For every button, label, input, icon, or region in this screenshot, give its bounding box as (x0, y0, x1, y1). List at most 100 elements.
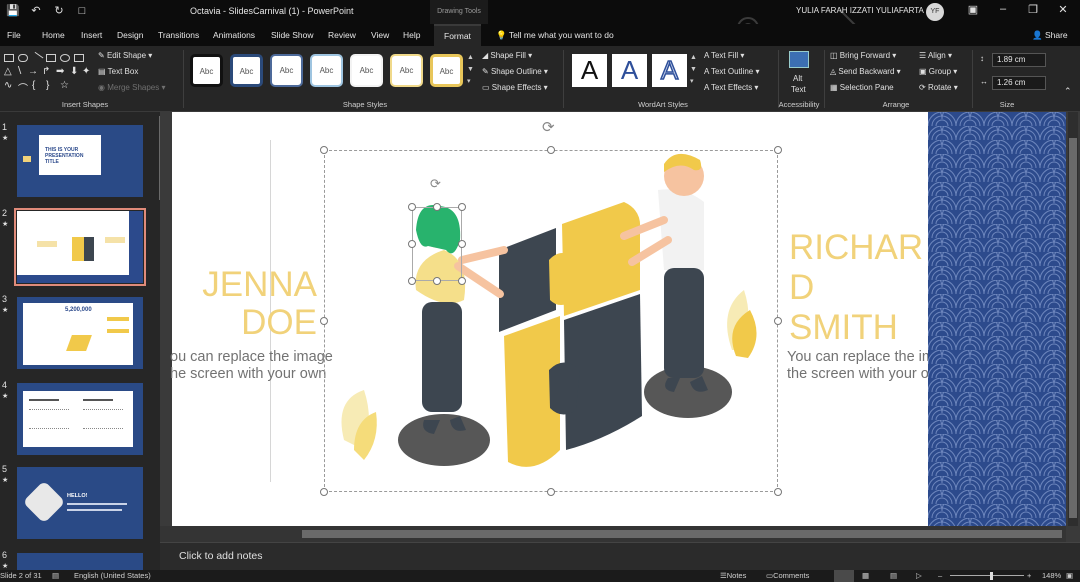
undo-icon[interactable]: ↶ (29, 4, 43, 18)
tab-home[interactable]: Home (42, 24, 65, 46)
shape-outline-button[interactable]: ✎ Shape Outline ▾ (482, 67, 548, 76)
tab-help[interactable]: Help (403, 24, 420, 46)
shape-handle-sw[interactable] (408, 277, 416, 285)
zoom-slider[interactable] (950, 575, 1024, 576)
text-outline-button[interactable]: A Text Outline ▾ (704, 67, 759, 76)
shape-brace2-icon[interactable]: } (46, 80, 49, 91)
resize-handle-sw[interactable] (320, 488, 328, 496)
shape-style-swatch-1[interactable]: Abc (190, 54, 223, 87)
avatar[interactable]: YF (926, 3, 944, 21)
left-name-title[interactable]: JENNA DOE (202, 266, 317, 342)
shape-star2-icon[interactable]: ☆ (60, 80, 69, 91)
shape-arc-icon[interactable]: ⌒ (18, 80, 28, 95)
horizontal-scrollbar[interactable] (160, 526, 1066, 542)
resize-handle-s[interactable] (547, 488, 555, 496)
resize-handle-n[interactable] (547, 146, 555, 154)
shape-style-swatch-2[interactable]: Abc (230, 54, 263, 87)
tab-slide-show[interactable]: Slide Show (271, 24, 314, 46)
rotate-button[interactable]: ⟳ Rotate ▾ (919, 83, 958, 92)
tab-insert[interactable]: Insert (81, 24, 102, 46)
text-effects-button[interactable]: A Text Effects ▾ (704, 83, 758, 92)
close-icon[interactable]: ✕ (1048, 3, 1078, 16)
text-fill-button[interactable]: A Text Fill ▾ (704, 51, 744, 60)
resize-handle-ne[interactable] (774, 146, 782, 154)
tab-review[interactable]: Review (328, 24, 356, 46)
shape-handle-s[interactable] (433, 277, 441, 285)
merge-shapes-button[interactable]: ◉ Merge Shapes ▾ (98, 83, 165, 92)
tab-format[interactable]: Format (434, 24, 481, 46)
slide-thumbnail-3[interactable]: 5,200,000 (17, 297, 143, 369)
shape-style-swatch-5[interactable]: Abc (350, 54, 383, 87)
share-button[interactable]: 👤 Share (1032, 24, 1068, 46)
align-button[interactable]: ☰ Align ▾ (919, 51, 952, 60)
shape-height-input[interactable]: 1.89 cm (992, 53, 1046, 67)
shape-styles-scroll[interactable]: ▲ ▼ ▾ (467, 52, 474, 88)
horizontal-scroll-thumb[interactable] (302, 530, 1062, 538)
selection-pane-button[interactable]: ▦ Selection Pane (830, 83, 894, 92)
zoom-out-icon[interactable]: – (938, 570, 942, 582)
shape-handle-w[interactable] (408, 240, 416, 248)
normal-view-icon[interactable] (834, 570, 854, 582)
comments-button[interactable]: ▭ Comments (766, 570, 809, 582)
shape-handle-se[interactable] (458, 277, 466, 285)
vertical-scrollbar[interactable] (1068, 112, 1078, 526)
shape-curve-icon[interactable]: ∿ (4, 80, 12, 91)
edit-shape-button[interactable]: ✎ Edit Shape ▾ (98, 51, 152, 60)
redo-icon[interactable]: ↻ (52, 4, 66, 18)
text-box-button[interactable]: ▤ Text Box (98, 67, 138, 76)
start-from-beginning-icon[interactable]: □ (75, 4, 89, 18)
tab-animations[interactable]: Animations (213, 24, 255, 46)
restore-icon[interactable]: ❐ (1018, 3, 1048, 16)
shape-style-swatch-3[interactable]: Abc (270, 54, 303, 87)
spellcheck-icon[interactable]: ▤ (52, 570, 59, 582)
shape-handle-n[interactable] (433, 203, 441, 211)
slide-thumbnail-4[interactable] (17, 383, 143, 455)
tab-file[interactable]: File (7, 24, 21, 46)
shape-handle-ne[interactable] (458, 203, 466, 211)
shape-arrow-down-icon[interactable]: ⬇ (70, 66, 78, 77)
vertical-scroll-thumb[interactable] (1069, 138, 1077, 518)
tab-transitions[interactable]: Transitions (158, 24, 199, 46)
slide-sorter-icon[interactable]: ▦ (862, 570, 869, 582)
wordart-blue[interactable]: A (612, 54, 647, 87)
user-name[interactable]: YULIA FARAH IZZATI YULIAFARTA (796, 6, 924, 15)
shape-star-icon[interactable]: ✦ (82, 66, 90, 77)
rotate-handle-icon[interactable]: ⟳ (542, 118, 555, 136)
shape-rounded-rect-icon[interactable] (18, 54, 28, 62)
wordart-scroll[interactable]: ▲ ▼ ▾ (690, 52, 697, 88)
slide-thumbnail-1[interactable]: THIS IS YOUR PRESENTATION TITLE (17, 125, 143, 197)
wordart-black[interactable]: A (572, 54, 607, 87)
shape-oval-icon[interactable] (60, 54, 70, 62)
shape-effects-button[interactable]: ▭ Shape Effects ▾ (482, 83, 548, 92)
shape-fill-button[interactable]: ◢ Shape Fill ▾ (482, 51, 532, 60)
shape-rect3-icon[interactable] (74, 54, 84, 62)
shape-elbow-icon[interactable]: ↱ (42, 66, 50, 77)
shape-rect2-icon[interactable] (46, 54, 56, 62)
slide-show-icon[interactable]: ▷ (916, 570, 922, 582)
shape-style-swatch-4[interactable]: Abc (310, 54, 343, 87)
shape-width-input[interactable]: 1.26 cm (992, 76, 1046, 90)
tell-me-search[interactable]: 💡 Tell me what you want to do (496, 24, 614, 46)
left-description[interactable]: ou can replace the image he screen with … (170, 349, 333, 383)
resize-handle-w[interactable] (320, 317, 328, 325)
shape-rectangle-icon[interactable] (4, 54, 14, 62)
tab-view[interactable]: View (371, 24, 389, 46)
minimize-icon[interactable]: – (988, 3, 1018, 16)
slide-thumbnail-5[interactable]: HELLO! (17, 467, 143, 539)
save-icon[interactable]: 💾 (6, 4, 20, 18)
shape-line-icon[interactable] (30, 51, 44, 65)
ribbon-display-options-icon[interactable]: ▣ (958, 3, 988, 16)
shape-style-swatch-6[interactable]: Abc (390, 54, 423, 87)
slide-canvas[interactable]: JENNA DOE ou can replace the image he sc… (170, 112, 978, 526)
notes-pane[interactable]: Click to add notes (160, 542, 1080, 570)
slide-thumbnail-6[interactable] (17, 553, 143, 570)
right-name-title[interactable]: RICHAR D SMITH (789, 228, 923, 348)
fit-slide-icon[interactable]: ▣ (1066, 570, 1073, 582)
shape-brace-icon[interactable]: { (32, 80, 35, 91)
shape-line2-icon[interactable]: ∖ (16, 66, 22, 77)
shape-style-swatch-7[interactable]: Abc (430, 54, 463, 87)
shape-handle-nw[interactable] (408, 203, 416, 211)
zoom-in-icon[interactable]: + (1027, 570, 1031, 582)
resize-handle-nw[interactable] (320, 146, 328, 154)
send-backward-button[interactable]: ◬ Send Backward ▾ (830, 67, 901, 76)
